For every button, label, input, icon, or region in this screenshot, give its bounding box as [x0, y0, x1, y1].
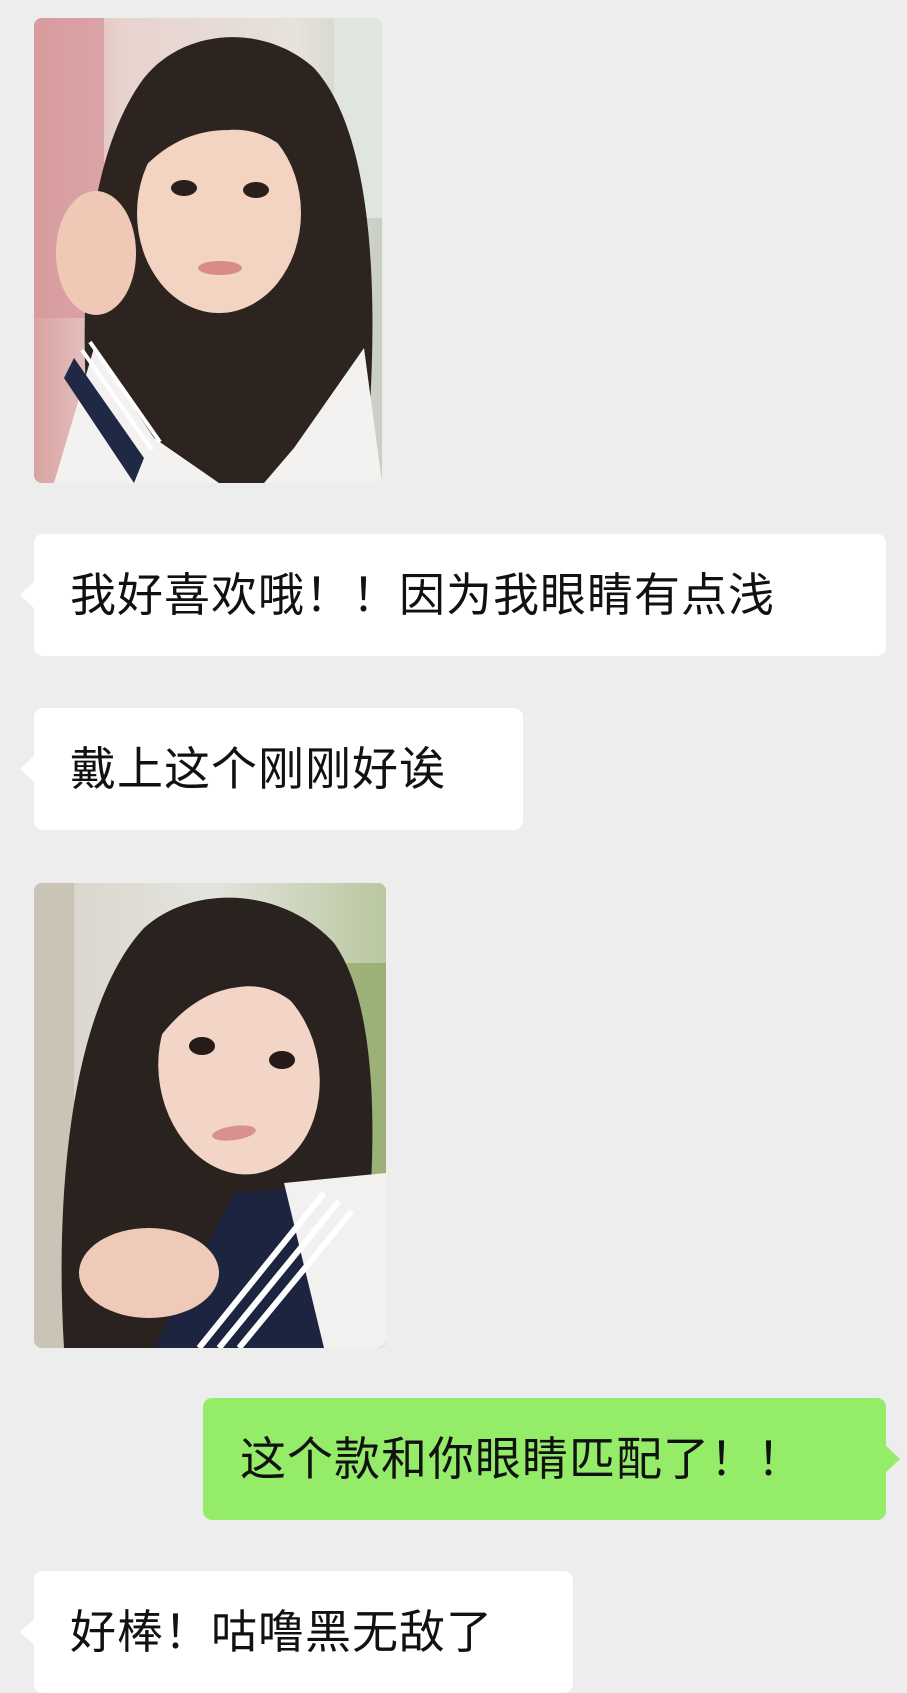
photo-message[interactable] — [34, 883, 386, 1348]
message-text: 我好喜欢哦！！因为我眼睛有点浅 — [70, 568, 775, 622]
outgoing-message-bubble[interactable]: 这个款和你眼睛匹配了！！ — [203, 1398, 900, 1520]
photo-thumbnail — [34, 883, 386, 1348]
photo-thumbnail — [34, 18, 382, 483]
message-text: 这个款和你眼睛匹配了！！ — [240, 1432, 804, 1486]
incoming-message-bubble[interactable]: 我好喜欢哦！！因为我眼睛有点浅 — [20, 534, 886, 656]
message-text: 好棒！咕噜黑无敌了 — [70, 1605, 493, 1659]
chat-message-list[interactable]: 我好喜欢哦！！因为我眼睛有点浅 戴上这个刚刚好诶 这个款和你眼睛匹配了！！ 好棒… — [0, 0, 907, 1693]
photo-message[interactable] — [34, 18, 382, 483]
incoming-message-bubble[interactable]: 戴上这个刚刚好诶 — [20, 708, 523, 830]
message-text: 戴上这个刚刚好诶 — [70, 742, 446, 796]
incoming-message-bubble[interactable]: 好棒！咕噜黑无敌了 — [20, 1571, 573, 1693]
